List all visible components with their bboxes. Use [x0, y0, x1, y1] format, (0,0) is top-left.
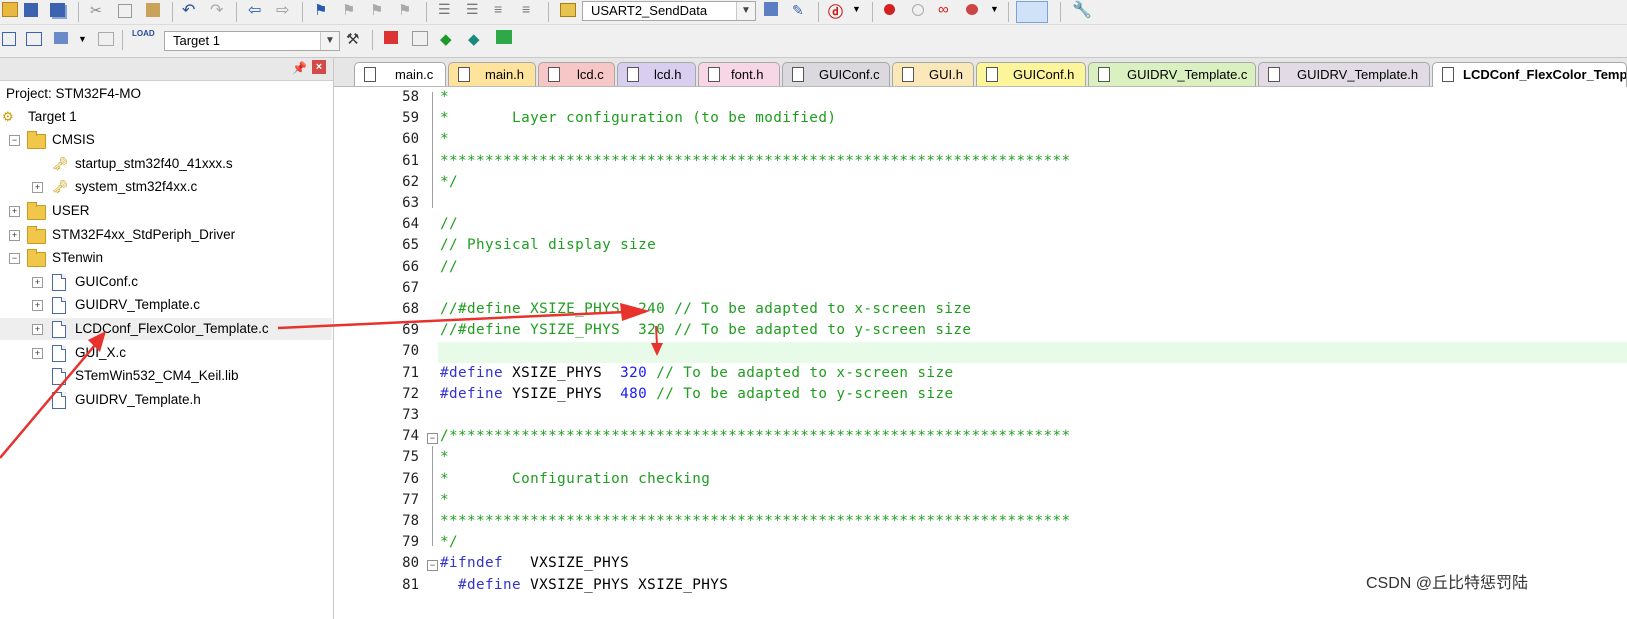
- arrowhead: [620, 303, 650, 321]
- arrow-line: [277, 310, 626, 330]
- annotation-arrows: [0, 303, 663, 459]
- arrowhead: [651, 343, 663, 356]
- arrow-line: [0, 344, 96, 459]
- arrow-line: [655, 325, 658, 346]
